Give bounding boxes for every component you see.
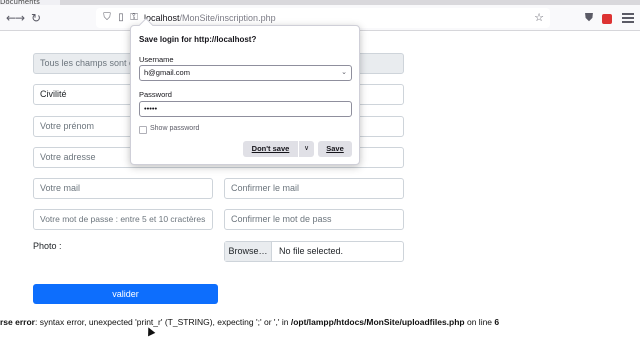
file-status: No file selected. (279, 246, 344, 256)
extension-icon[interactable] (602, 14, 612, 24)
photo-file-input[interactable]: Browse… No file selected. (224, 241, 404, 262)
save-login-popup: Save login for http://localhost? Usernam… (130, 17, 360, 165)
bookmark-star-icon[interactable]: ☆ (534, 10, 544, 26)
pocket-icon[interactable]: ⛊ (580, 9, 598, 27)
confirm-email-input[interactable]: Confirmer le mail (224, 178, 404, 199)
email-input[interactable]: Votre mail (33, 178, 213, 199)
confirm-password-input[interactable]: Confirmer le mot de pass (224, 209, 404, 230)
save-button[interactable]: Save (318, 141, 352, 157)
dont-save-dropdown-button[interactable]: ∨ (299, 141, 314, 157)
show-password-checkbox[interactable] (139, 126, 147, 134)
password-field[interactable]: ••••• (139, 101, 352, 117)
username-value: h@gmail.com (144, 68, 190, 77)
chevron-down-icon: ∨ (303, 145, 310, 152)
password-label: Password (139, 90, 172, 99)
shield-icon[interactable]: ⛉ (100, 10, 114, 26)
php-error-message: rse error: syntax error, unexpected 'pri… (0, 317, 500, 327)
password-input[interactable]: Votre mot de passe : entre 5 et 10 cract… (33, 209, 213, 230)
reload-icon[interactable]: ↻ (27, 9, 45, 27)
dont-save-button[interactable]: Don't save (243, 141, 298, 157)
browse-button[interactable]: Browse… (225, 242, 272, 261)
password-value: ••••• (144, 104, 158, 113)
photo-label: Photo : (33, 241, 62, 251)
show-password-label[interactable]: Show password (150, 125, 199, 132)
username-label: Username (139, 55, 174, 64)
page-icon[interactable]: ▯ (114, 10, 128, 26)
chevron-down-icon[interactable]: ⌄ (341, 66, 347, 80)
menu-icon[interactable] (622, 13, 634, 23)
popup-title: Save login for http://localhost? (139, 35, 257, 44)
username-field[interactable]: h@gmail.com ⌄ (139, 65, 352, 81)
submit-button[interactable]: valider (33, 284, 218, 304)
mouse-cursor-icon (144, 325, 156, 337)
